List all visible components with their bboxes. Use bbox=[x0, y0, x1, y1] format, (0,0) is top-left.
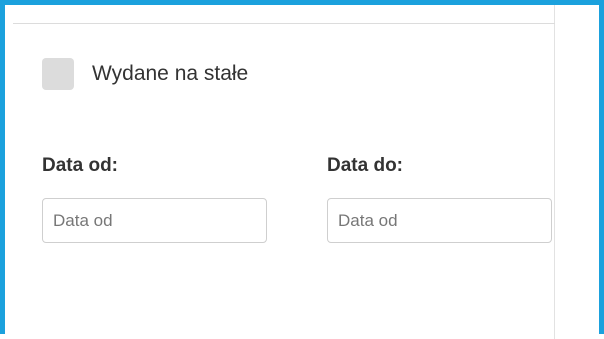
date-from-input[interactable] bbox=[42, 198, 267, 243]
filter-panel: Wydane na stałe Data od: Data do: bbox=[5, 5, 555, 339]
date-to-input[interactable] bbox=[327, 198, 552, 243]
permanent-checkbox-label: Wydane na stałe bbox=[92, 62, 249, 85]
date-to-label: Data do: bbox=[327, 155, 403, 176]
top-divider bbox=[13, 23, 555, 24]
permanent-checkbox-row[interactable]: Wydane na stałe bbox=[42, 58, 248, 90]
filter-window-frame: Wydane na stałe Data od: Data do: bbox=[0, 0, 604, 339]
date-from-label: Data od: bbox=[42, 155, 118, 176]
date-from-field: Data od: bbox=[42, 153, 267, 243]
date-to-field: Data do: bbox=[327, 153, 552, 243]
permanent-checkbox[interactable] bbox=[42, 58, 74, 90]
